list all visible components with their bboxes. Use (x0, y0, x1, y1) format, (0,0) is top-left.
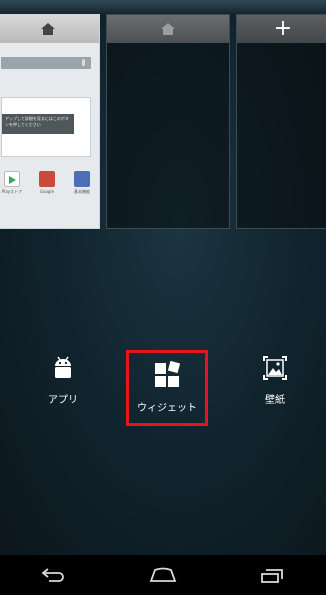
widgets-option-label: ウィジェット (137, 403, 197, 414)
wallpaper-option-label: 壁紙 (265, 395, 285, 406)
android-icon (55, 356, 71, 378)
status-area (0, 0, 326, 14)
navigation-bar (0, 555, 326, 595)
home-screen-header-1[interactable] (0, 15, 99, 43)
recents-button[interactable] (252, 563, 292, 587)
home-icon (149, 567, 177, 582)
app-google: Google (36, 171, 58, 195)
home-icon[interactable] (160, 22, 176, 36)
add-home-screen-header[interactable]: + (237, 15, 326, 43)
wallpaper-icon (263, 356, 287, 380)
add-home-screen[interactable]: + (236, 14, 326, 229)
app-basic-functions: 基本機能 (71, 171, 93, 195)
tutorial-card: アップして詳細を見るにはこのボタンを押してください (1, 97, 91, 157)
mic-icon (82, 59, 85, 66)
app-label: Google (39, 189, 55, 194)
basic-functions-folder-icon (74, 171, 90, 187)
search-bar-widget (1, 57, 91, 69)
home-icon[interactable] (40, 22, 56, 36)
app-play-store: Playストア (1, 171, 23, 195)
home-screen-thumbnail-1[interactable]: アップして詳細を見るにはこのボタンを押してください Playストア Google… (0, 14, 100, 229)
add-icon[interactable]: + (274, 18, 292, 40)
widgets-icon (155, 360, 181, 387)
back-icon (41, 568, 65, 582)
tutorial-card-text: アップして詳細を見るにはこのボタンを押してください (2, 114, 74, 134)
home-screen-preview: アップして詳細を見るにはこのボタンを押してください Playストア Google… (0, 43, 99, 228)
widgets-option[interactable]: ウィジェット (126, 350, 208, 426)
back-button[interactable] (34, 563, 74, 587)
app-row: Playストア Google 基本機能 (1, 171, 93, 195)
home-button[interactable] (143, 563, 183, 587)
home-screen-thumbnail-2[interactable] (106, 14, 230, 229)
google-folder-icon (39, 171, 55, 187)
app-label: 基本機能 (74, 189, 90, 194)
app-label: Playストア (1, 189, 23, 194)
home-screen-header-2[interactable] (107, 15, 229, 43)
apps-option[interactable]: アプリ (38, 355, 88, 406)
apps-option-label: アプリ (48, 395, 78, 406)
recents-icon (260, 569, 283, 583)
wallpaper-option[interactable]: 壁紙 (250, 355, 300, 406)
play-store-icon (4, 171, 20, 187)
